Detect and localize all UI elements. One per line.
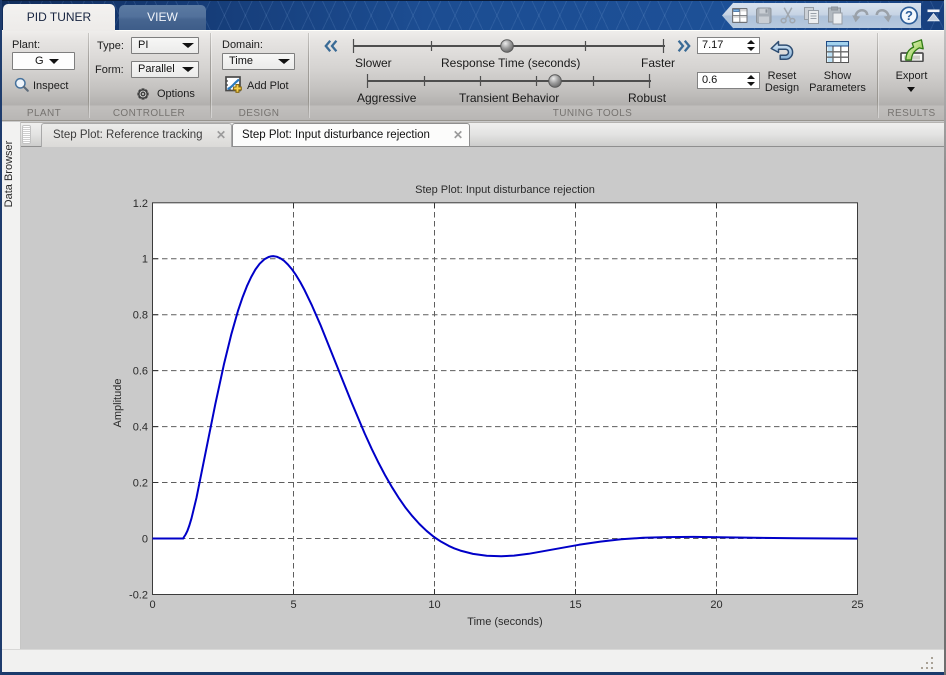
svg-text:?: ? (905, 8, 913, 23)
svg-text:5: 5 (290, 599, 296, 611)
svg-text:15: 15 (569, 599, 581, 611)
svg-text:-0.2: -0.2 (129, 589, 148, 601)
svg-text:0.2: 0.2 (133, 478, 148, 490)
svg-text:1: 1 (142, 254, 148, 266)
svg-text:20: 20 (710, 599, 722, 611)
svg-text:Step Plot: Input disturbance r: Step Plot: Input disturbance rejection (415, 184, 595, 196)
svg-text:10: 10 (428, 599, 440, 611)
svg-text:Amplitude: Amplitude (112, 379, 124, 428)
svg-text:0.6: 0.6 (133, 366, 148, 378)
svg-text:0: 0 (149, 599, 155, 611)
svg-text:0.8: 0.8 (133, 310, 148, 322)
svg-text:1.2: 1.2 (133, 198, 148, 210)
svg-text:Time (seconds): Time (seconds) (467, 616, 542, 628)
svg-text:0: 0 (142, 534, 148, 546)
svg-text:0.4: 0.4 (133, 422, 148, 434)
svg-text:25: 25 (851, 599, 863, 611)
